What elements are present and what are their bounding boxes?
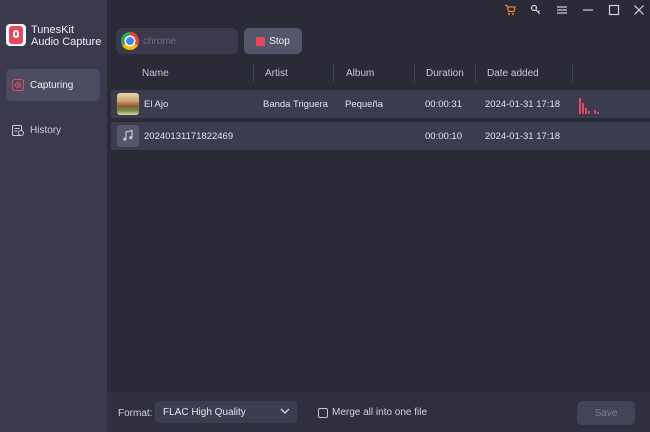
app-name-line1: TunesKit bbox=[31, 24, 75, 36]
audio-source-selector[interactable]: chrome bbox=[116, 28, 238, 54]
track-duration: 00:00:31 bbox=[425, 98, 462, 110]
column-divider bbox=[414, 64, 415, 82]
format-value: FLAC High Quality bbox=[163, 406, 246, 418]
menu-icon[interactable] bbox=[553, 2, 571, 18]
minimize-icon[interactable] bbox=[579, 2, 597, 18]
cart-icon[interactable] bbox=[501, 2, 519, 18]
column-divider bbox=[253, 64, 254, 82]
stop-button[interactable]: Stop bbox=[244, 28, 302, 54]
column-divider bbox=[333, 64, 334, 82]
column-header-artist[interactable]: Artist bbox=[265, 68, 288, 79]
table-row[interactable]: El Ajo Banda Triguera Pequeña 00:00:31 2… bbox=[111, 90, 650, 118]
column-header-duration[interactable]: Duration bbox=[426, 68, 464, 79]
music-note-icon bbox=[117, 125, 139, 147]
sidebar-item-capturing[interactable]: Capturing bbox=[6, 69, 100, 101]
track-duration: 00:00:10 bbox=[425, 130, 462, 142]
track-date-added: 2024-01-31 17:18 bbox=[485, 130, 561, 142]
chrome-icon bbox=[121, 32, 139, 50]
stop-icon bbox=[256, 36, 266, 46]
table-row[interactable]: 20240131171822469 00:00:10 2024-01-31 17… bbox=[111, 122, 650, 150]
save-button[interactable]: Save bbox=[577, 401, 635, 425]
close-icon[interactable] bbox=[630, 2, 648, 18]
track-date-added: 2024-01-31 17:18 bbox=[485, 98, 561, 110]
format-dropdown[interactable]: FLAC High Quality bbox=[155, 401, 297, 423]
album-art bbox=[117, 93, 139, 115]
recording-equalizer-icon bbox=[579, 96, 603, 114]
track-album: Pequeña bbox=[345, 98, 384, 110]
sidebar: TunesKit Audio Capture Capturing History bbox=[0, 0, 107, 432]
key-icon[interactable] bbox=[527, 2, 545, 18]
merge-checkbox[interactable] bbox=[318, 407, 328, 418]
track-name: El Ajo bbox=[144, 98, 169, 110]
merge-option[interactable]: Merge all into one file bbox=[318, 407, 427, 418]
sidebar-item-label: History bbox=[30, 124, 62, 136]
column-header-date-added[interactable]: Date added bbox=[487, 68, 539, 79]
column-header-name[interactable]: Name bbox=[142, 68, 169, 79]
merge-label: Merge all into one file bbox=[332, 407, 428, 418]
column-divider bbox=[475, 64, 476, 82]
chevron-down-icon bbox=[279, 405, 291, 417]
track-name: 20240131171822469 bbox=[144, 130, 234, 142]
app-name: TunesKit Audio Capture bbox=[31, 24, 101, 48]
history-icon bbox=[12, 124, 24, 136]
maximize-icon[interactable] bbox=[605, 2, 623, 18]
sidebar-item-label: Capturing bbox=[30, 79, 74, 91]
column-divider bbox=[572, 64, 573, 82]
capture-icon bbox=[12, 79, 24, 91]
sidebar-item-history[interactable]: History bbox=[6, 114, 100, 146]
stop-button-label: Stop bbox=[269, 35, 290, 47]
audio-source-label: chrome bbox=[143, 35, 177, 47]
track-artist: Banda Triguera bbox=[263, 98, 328, 110]
format-label: Format: bbox=[118, 408, 153, 419]
app-name-line2: Audio Capture bbox=[31, 36, 102, 48]
column-header-album[interactable]: Album bbox=[346, 68, 374, 79]
app-logo bbox=[6, 24, 26, 46]
app-brand: TunesKit Audio Capture bbox=[6, 24, 106, 50]
